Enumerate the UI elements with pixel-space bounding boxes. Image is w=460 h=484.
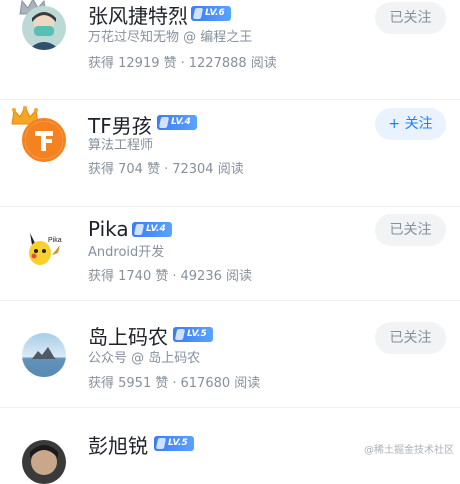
stats-separator: · (180, 56, 185, 71)
level-badge: LV.4 (157, 115, 197, 130)
user-name[interactable]: 彭旭锐 (88, 430, 148, 459)
follow-button[interactable]: 已关注 (375, 214, 446, 246)
user-stats: 获得 704 赞 · 72304 阅读 (88, 158, 244, 177)
level-badge: LV.4 (132, 222, 172, 237)
avatar[interactable] (22, 440, 66, 484)
user-subtitle: Android开发 (88, 245, 165, 260)
user-name[interactable]: Pika (88, 217, 129, 241)
user-stats: 获得 12919 赞 · 1227888 阅读 (88, 52, 277, 71)
follow-button[interactable]: 已关注 (375, 2, 446, 34)
follow-button[interactable]: + 关注 (375, 108, 446, 140)
stats-separator: · (172, 376, 177, 391)
likes-count: 获得 12919 赞 (88, 56, 177, 71)
watermark: @稀土掘金技术社区 (364, 445, 454, 456)
user-row-zhangfengjie[interactable]: 张风捷特烈 LV.6 万花过尽知无物 @ 编程之王 获得 12919 赞 · 122… (0, 0, 460, 100)
likes-count: 获得 5951 赞 (88, 376, 169, 391)
user-row-pika[interactable]: Pika Pika LV.4 Android开发 获得 1740 赞 · 49236… (0, 207, 460, 301)
user-row-pengxurui[interactable]: 彭旭锐 LV.5 (0, 408, 460, 484)
avatar[interactable]: Pika (22, 225, 66, 269)
follow-button[interactable]: 已关注 (375, 322, 446, 354)
reads-count: 72304 阅读 (172, 162, 244, 177)
stats-separator: · (172, 269, 177, 284)
user-subtitle: 万花过尽知无物 @ 编程之王 (88, 30, 253, 45)
avatar[interactable] (22, 6, 66, 50)
likes-count: 获得 704 赞 (88, 162, 161, 177)
user-subtitle: 公众号 @ 岛上码农 (88, 351, 201, 366)
stats-separator: · (164, 162, 169, 177)
avatar-text: Pika (48, 237, 62, 244)
level-badge: LV.5 (154, 436, 194, 451)
avatar[interactable] (22, 118, 66, 162)
user-row-tfboy[interactable]: TF男孩 LV.4 算法工程师 获得 704 赞 · 72304 阅读 + 关注 (0, 100, 460, 207)
reads-count: 49236 阅读 (180, 269, 253, 284)
user-row-daoshangmanong[interactable]: 岛上码农 LV.5 公众号 @ 岛上码农 获得 5951 赞 · 617680 阅读… (0, 301, 460, 408)
user-stats: 获得 1740 赞 · 49236 阅读 (88, 265, 252, 284)
user-name[interactable]: 岛上码农 (88, 321, 168, 350)
level-badge: LV.5 (173, 327, 213, 342)
user-subtitle: 算法工程师 (88, 138, 154, 153)
likes-count: 获得 1740 赞 (88, 269, 169, 284)
avatar[interactable] (22, 333, 66, 377)
level-badge: LV.6 (191, 6, 231, 21)
user-name[interactable]: 张风捷特烈 (88, 0, 188, 29)
user-stats: 获得 5951 赞 · 617680 阅读 (88, 372, 260, 391)
reads-count: 1227888 阅读 (188, 56, 277, 71)
reads-count: 617680 阅读 (180, 376, 261, 391)
